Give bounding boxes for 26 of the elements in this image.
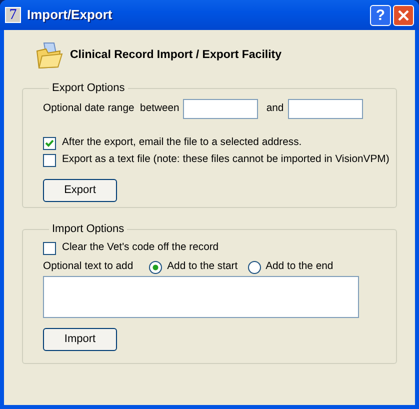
checkbox-label[interactable]: After the export, email the file to a selected address.: [62, 137, 302, 150]
group-legend: Export Options: [49, 82, 128, 96]
dialog-heading: Clinical Record Import / Export Facility: [70, 49, 282, 63]
start-date-field[interactable]: [183, 99, 258, 120]
export-button[interactable]: Export: [43, 179, 117, 202]
radio-label[interactable]: Add to the start: [167, 261, 238, 274]
radio-button[interactable]: [248, 261, 261, 274]
optional-text-field[interactable]: [43, 276, 359, 318]
group-legend: Import Options: [49, 223, 128, 236]
checkbox[interactable]: [43, 137, 56, 150]
app-icon: 7: [5, 7, 21, 23]
checkbox[interactable]: [43, 154, 56, 168]
and-label: and: [266, 102, 284, 116]
end-date-field[interactable]: [288, 99, 363, 120]
optional-text-label: Optional text to add: [43, 261, 134, 274]
radio-button[interactable]: [149, 261, 162, 274]
window-title: Import/Export: [27, 7, 114, 23]
help-button[interactable]: ?: [370, 4, 391, 26]
close-button[interactable]: [393, 4, 414, 26]
date-range-label: Optional date range between: [43, 102, 180, 116]
checkbox-label[interactable]: Export as a text file (note: these files cannot be imported in VisionVPM): [62, 154, 390, 167]
checkbox-label[interactable]: Clear the Vet's code off the record: [62, 242, 219, 255]
close-icon: [398, 10, 409, 22]
radio-label[interactable]: Add to the end: [266, 261, 334, 274]
import-button[interactable]: Import: [43, 328, 117, 352]
checkbox[interactable]: [43, 242, 56, 256]
